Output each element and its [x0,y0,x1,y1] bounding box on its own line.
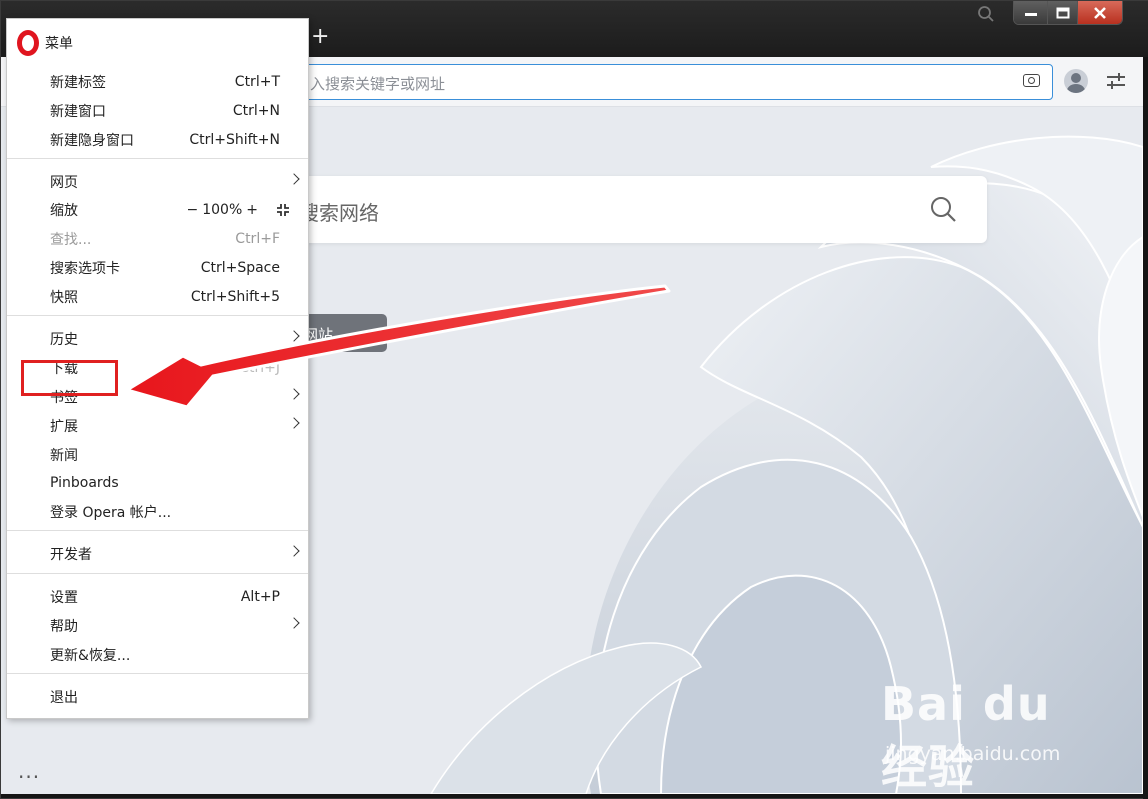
menu-item-news[interactable]: 新闻 [7,441,308,469]
menu-item-zoom: 缩放 − 100% + [7,196,308,224]
menu-item-find: 查找... Ctrl+F [50,231,280,248]
profile-avatar-icon[interactable] [1064,69,1088,93]
menu-item-update-recovery[interactable]: 更新&恢复... [7,641,308,669]
address-bar[interactable]: 入搜索关键字或网址 [297,64,1053,100]
zoom-level: 100% [202,202,243,218]
minimize-button[interactable] [1014,1,1048,24]
chevron-right-icon [288,330,300,342]
chevron-right-icon [288,545,300,557]
annotation-highlight-box [21,360,118,396]
menu-item-new-tab[interactable]: 新建标签 Ctrl+T [7,68,308,96]
maximize-button[interactable] [1048,1,1078,24]
web-search-placeholder: 搜索网络 [299,201,379,225]
chevron-right-icon [288,388,300,400]
zoom-control: − 100% + [187,202,291,218]
menu-item-settings[interactable]: 设置 Alt+P [7,583,308,611]
opera-logo-icon [17,30,39,56]
watermark-url: jingyan.baidu.com [885,743,1061,765]
chevron-right-icon [288,173,300,185]
menu-item-help[interactable]: 帮助 [7,612,308,640]
chevron-right-icon [288,417,300,429]
tab-search-icon[interactable] [977,5,999,27]
menu-item-new-private-window[interactable]: 新建隐身窗口 Ctrl+Shift+N [7,126,308,154]
menu-separator [7,530,308,531]
zoom-in-button[interactable]: + [246,202,258,218]
menu-item-history[interactable]: 历史 [7,325,308,353]
menu-item-new-window[interactable]: 新建窗口 Ctrl+N [7,97,308,125]
sidebar-more-icon[interactable]: ... [18,759,40,783]
camera-icon[interactable] [1023,74,1040,87]
address-placeholder: 入搜索关键字或网址 [310,75,446,93]
menu-separator [7,315,308,316]
window-controls [1013,1,1123,25]
baidu-watermark: Bai du 经验 jingyan.baidu.com [881,673,1091,794]
menu-item-sign-in[interactable]: 登录 Opera 帐户... [7,498,308,526]
menu-separator [7,673,308,674]
menu-item-extensions[interactable]: 扩展 [7,412,308,440]
chevron-right-icon [288,617,300,629]
easy-setup-icon[interactable] [1107,73,1125,89]
menu-item-snapshot[interactable]: 快照 Ctrl+Shift+5 [7,283,308,311]
menu-item-pinboards[interactable]: Pinboards [7,469,308,497]
close-button[interactable] [1078,1,1122,24]
menu-title: 菜单 [45,36,73,52]
menu-item-search-tabs[interactable]: 搜索选项卡 Ctrl+Space [7,254,308,282]
web-search-box[interactable]: 搜索网络 [271,176,987,243]
zoom-out-button[interactable]: − [187,202,199,218]
search-icon[interactable] [929,195,959,225]
menu-item-developer[interactable]: 开发者 [7,540,308,568]
menu-header: 菜单 [17,30,73,56]
window-border-right [1143,57,1148,799]
browser-window: + 入搜索关键字或网址 搜索网络 网站 ... 菜单 新建标签 Ctrl+T 新… [0,0,1148,799]
menu-separator [7,158,308,159]
menu-separator [7,573,308,574]
watermark-logo-text: Bai du 经验 [881,677,1051,794]
new-tab-button[interactable]: + [311,26,329,48]
fullscreen-icon[interactable] [276,203,290,217]
menu-item-page[interactable]: 网页 [7,168,308,196]
menu-item-exit[interactable]: 退出 [7,683,308,711]
